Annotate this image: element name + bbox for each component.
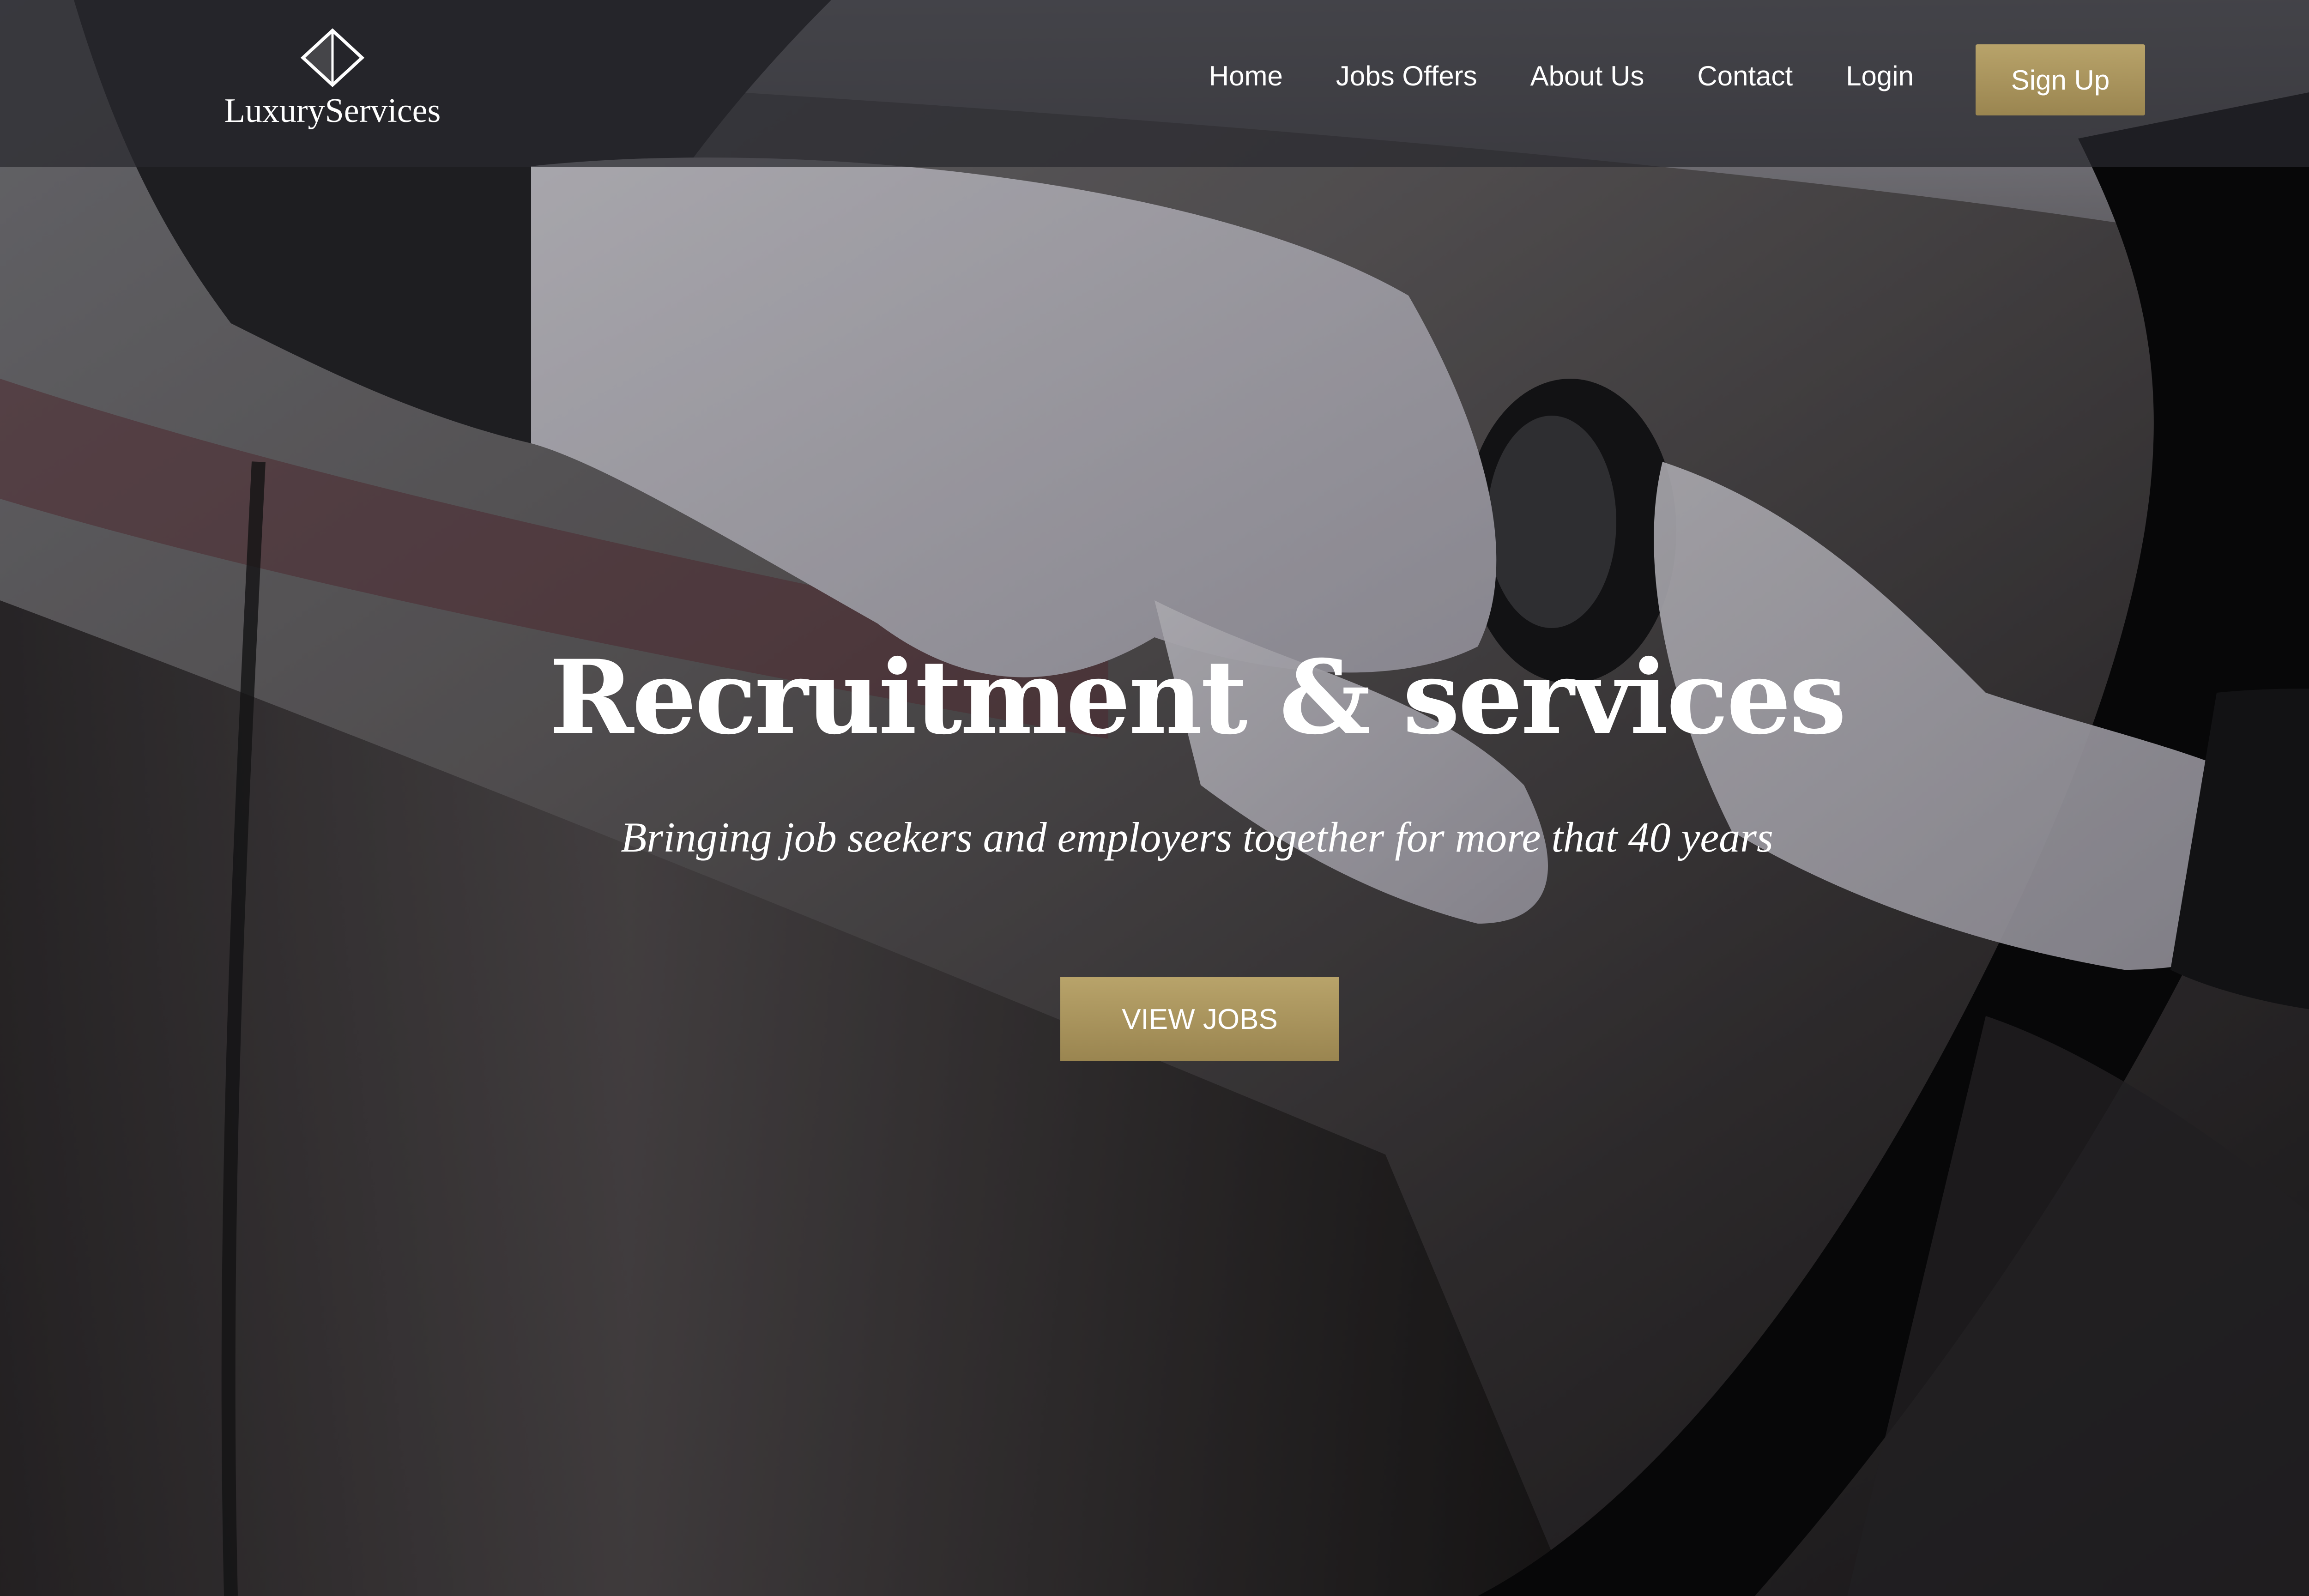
diamond-outline-icon bbox=[300, 28, 365, 88]
nav-link-contact[interactable]: Contact bbox=[1697, 60, 1793, 92]
top-navbar: LuxuryServices Home Jobs Offers About Us… bbox=[0, 0, 2309, 167]
hero-subtitle: Bringing job seekers and employers toget… bbox=[621, 814, 1773, 861]
brand-name: LuxuryServices bbox=[224, 92, 441, 130]
sign-up-button[interactable]: Sign Up bbox=[1976, 44, 2145, 115]
nav-link-login[interactable]: Login bbox=[1846, 60, 1914, 92]
landing-page: LuxuryServices Home Jobs Offers About Us… bbox=[0, 0, 2309, 1596]
view-jobs-button[interactable]: VIEW JOBS bbox=[1060, 977, 1339, 1061]
nav-link-home[interactable]: Home bbox=[1209, 60, 1283, 92]
hero-dark-overlay bbox=[0, 0, 2309, 1596]
brand-logo[interactable]: LuxuryServices bbox=[217, 28, 448, 139]
nav-link-jobs-offers[interactable]: Jobs Offers bbox=[1336, 60, 1477, 92]
nav-link-about-us[interactable]: About Us bbox=[1530, 60, 1644, 92]
main-nav: Home Jobs Offers About Us Contact Login bbox=[1209, 60, 1914, 92]
hero-title: Recruitment & services bbox=[549, 637, 1847, 757]
